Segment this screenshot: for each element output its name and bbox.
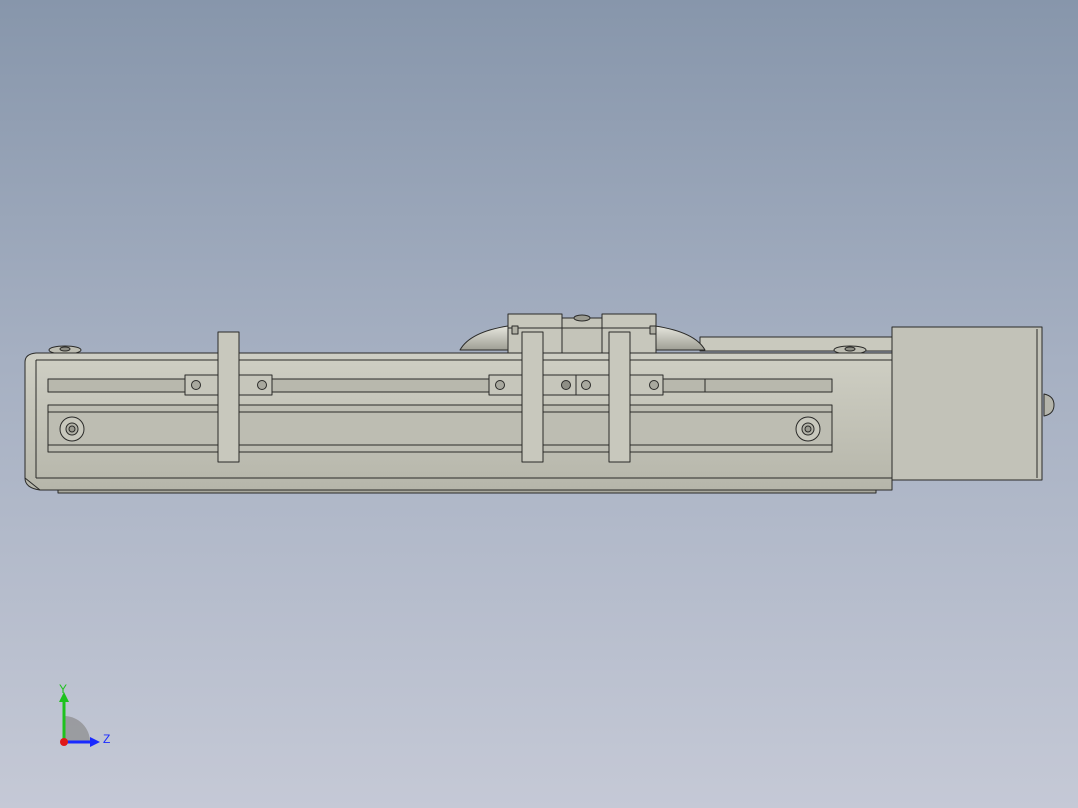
y-axis-label: Y (59, 684, 67, 696)
mount-hole-right (795, 416, 821, 442)
z-axis-label: Z (103, 732, 110, 746)
mount-hole-left (59, 416, 85, 442)
clamp-bar-2 (521, 331, 544, 463)
carriage-top (459, 313, 706, 357)
carriage-dome-left (459, 325, 513, 351)
linear-actuator-model[interactable] (0, 0, 1078, 808)
upper-slot (47, 378, 833, 393)
carriage-top-hole (573, 314, 591, 322)
carriage-dome-right (651, 325, 706, 351)
clamp-bar-1 (217, 331, 240, 463)
triad-quadrant-fill (64, 716, 90, 742)
graphics-viewport[interactable]: Y Z (0, 0, 1078, 808)
view-orientation-triad: Y Z (59, 684, 110, 747)
x-axis-dot (60, 738, 68, 746)
motor-housing (891, 326, 1043, 481)
z-axis-arrow (90, 737, 100, 747)
motor-shaft-cap (1043, 393, 1055, 417)
carriage-center (561, 317, 603, 357)
clamp-bar-3 (608, 331, 631, 463)
